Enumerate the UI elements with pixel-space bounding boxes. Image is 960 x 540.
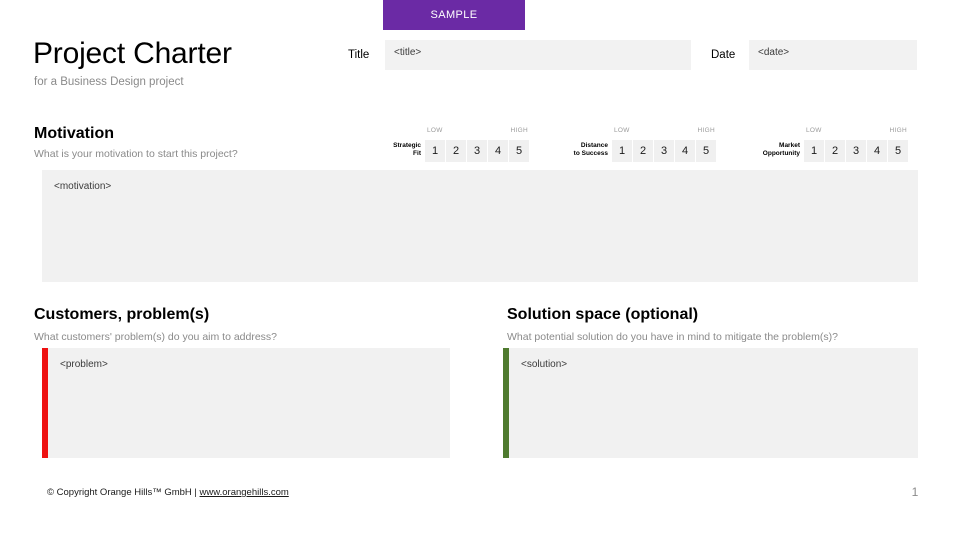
page-subtitle: for a Business Design project [34, 76, 184, 88]
rating-scale-strategic-fit: Strategic Fit LOW HIGH 1 2 3 4 5 [393, 126, 529, 164]
rating-option[interactable]: 4 [867, 140, 887, 162]
motivation-heading: Motivation [34, 125, 114, 142]
title-field-label: Title [348, 49, 370, 61]
rating-scale-label: Strategic Fit [341, 142, 421, 158]
rating-option[interactable]: 4 [488, 140, 508, 162]
date-input[interactable]: <date> [749, 40, 917, 70]
date-field-label: Date [711, 49, 736, 61]
rating-option[interactable]: 2 [446, 140, 466, 162]
problem-textarea[interactable]: <problem> [42, 348, 450, 458]
rating-option[interactable]: 5 [888, 140, 908, 162]
rating-scale-label: Distance to Success [528, 142, 608, 158]
rating-scale-options: 1 2 3 4 5 [425, 140, 529, 162]
motivation-textarea[interactable]: <motivation> [42, 170, 918, 282]
rating-scale-high-label: HIGH [889, 127, 907, 134]
rating-scale-label-line2: to Success [573, 150, 608, 157]
rating-scale-label-line1: Distance [580, 142, 608, 149]
rating-scale-label: Market Opportunity [720, 142, 800, 158]
rating-scale-distance-to-success: Distance to Success LOW HIGH 1 2 3 4 5 [574, 126, 716, 164]
rating-scale-endpoints: LOW HIGH [804, 126, 908, 138]
rating-option[interactable]: 3 [467, 140, 487, 162]
rating-scale-label-line2: Fit [413, 150, 421, 157]
solution-textarea[interactable]: <solution> [503, 348, 918, 458]
rating-option[interactable]: 4 [675, 140, 695, 162]
footer-copyright: © Copyright Orange Hills™ GmbH | www.ora… [47, 486, 289, 499]
rating-option[interactable]: 5 [696, 140, 716, 162]
rating-option[interactable]: 2 [825, 140, 845, 162]
rating-option[interactable]: 3 [846, 140, 866, 162]
rating-scale-options: 1 2 3 4 5 [612, 140, 716, 162]
rating-scale-label-line1: Strategic [393, 142, 421, 149]
solution-question: What potential solution do you have in m… [507, 331, 838, 343]
rating-scale-label-line2: Opportunity [762, 150, 800, 157]
title-input[interactable]: <title> [385, 40, 691, 70]
motivation-question: What is your motivation to start this pr… [34, 148, 238, 160]
rating-scale-low-label: LOW [427, 127, 443, 134]
sample-banner: SAMPLE [383, 0, 525, 30]
solution-accent-bar [503, 348, 509, 458]
rating-option[interactable]: 1 [612, 140, 632, 162]
problem-question: What customers' problem(s) do you aim to… [34, 331, 278, 343]
rating-scale-market-opportunity: Market Opportunity LOW HIGH 1 2 3 4 5 [763, 126, 908, 164]
rating-scale-endpoints: LOW HIGH [425, 126, 529, 138]
rating-option[interactable]: 1 [804, 140, 824, 162]
problem-heading: Customers‚ problem(s) [34, 306, 210, 323]
problem-accent-bar [42, 348, 48, 458]
footer-copyright-text: © Copyright Orange Hills™ GmbH | [47, 487, 200, 498]
footer-website-link[interactable]: www.orangehills.com [200, 487, 289, 498]
rating-scale-low-label: LOW [806, 127, 822, 134]
solution-heading: Solution space (optional) [507, 306, 699, 323]
page-number: 1 [911, 485, 919, 499]
sample-banner-label: SAMPLE [430, 9, 478, 21]
rating-option[interactable]: 1 [425, 140, 445, 162]
rating-scale-options: 1 2 3 4 5 [804, 140, 908, 162]
rating-scale-high-label: HIGH [697, 127, 715, 134]
rating-scale-low-label: LOW [614, 127, 630, 134]
rating-scale-endpoints: LOW HIGH [612, 126, 716, 138]
rating-option[interactable]: 3 [654, 140, 674, 162]
rating-option[interactable]: 5 [509, 140, 529, 162]
rating-scale-label-line1: Market [779, 142, 800, 149]
rating-scale-high-label: HIGH [510, 127, 528, 134]
rating-option[interactable]: 2 [633, 140, 653, 162]
page-title: Project Charter [33, 37, 232, 70]
